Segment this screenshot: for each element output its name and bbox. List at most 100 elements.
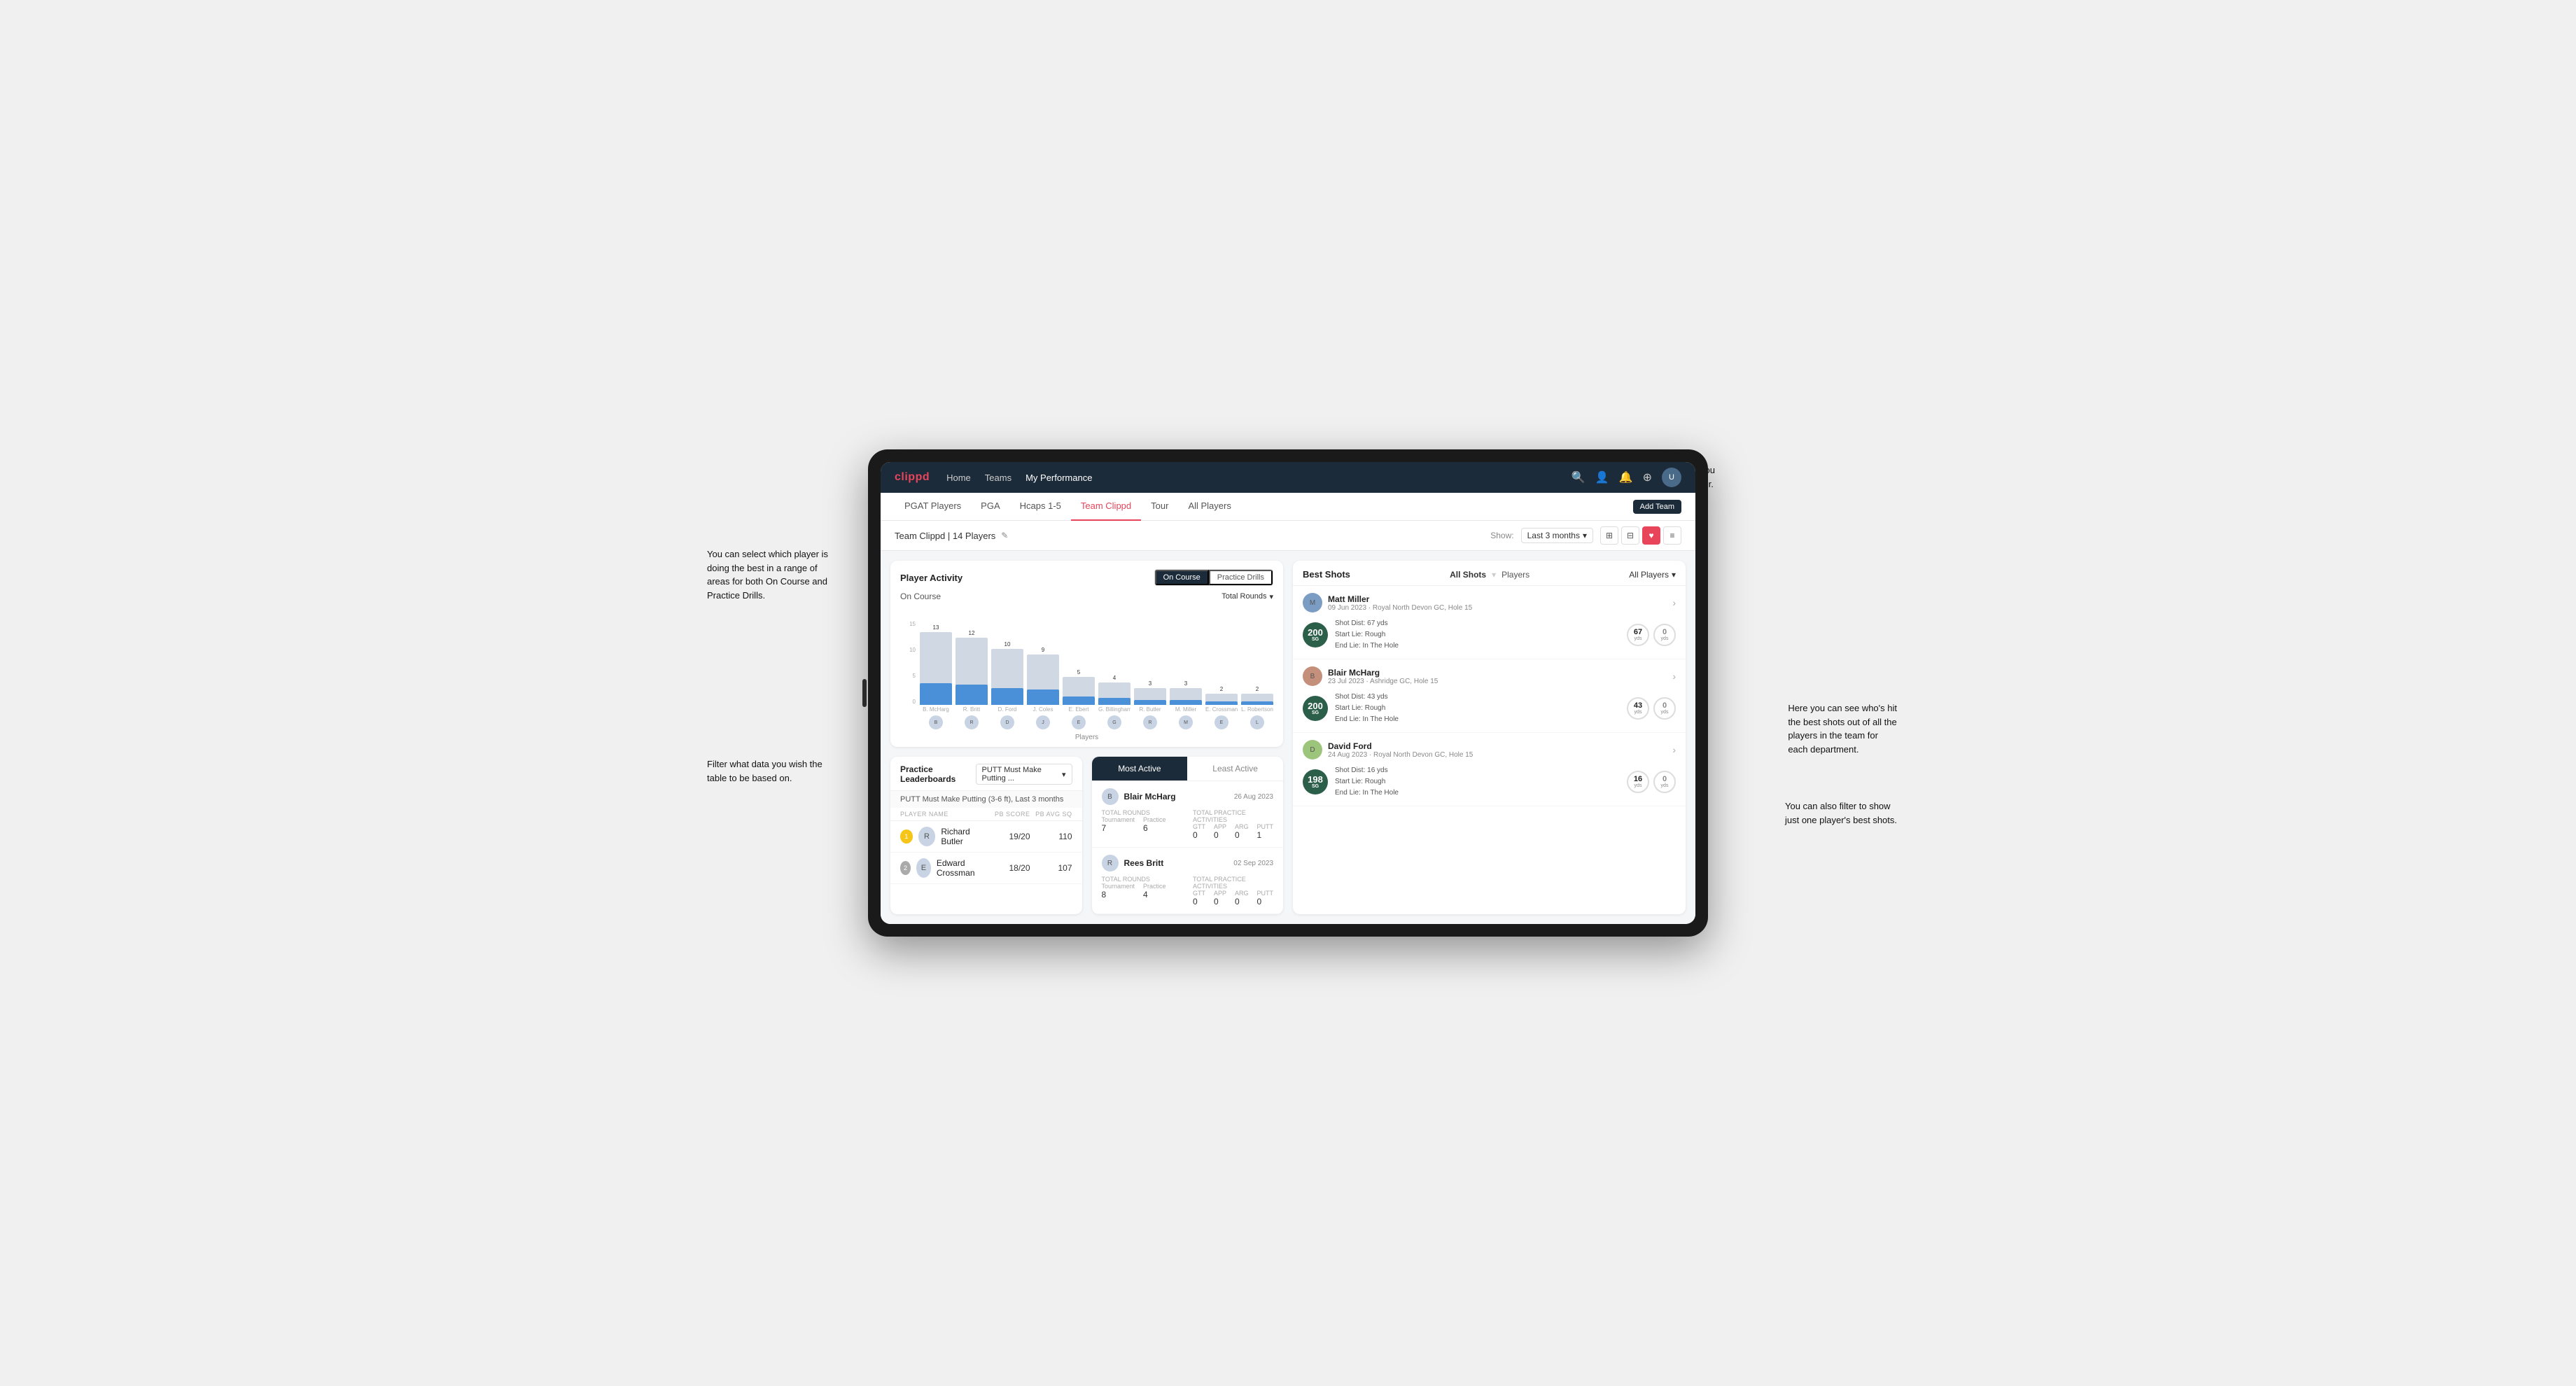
tab-pgat-players[interactable]: PGAT Players [895, 493, 971, 521]
shot-player-info-0: M Matt Miller 09 Jun 2023 · Royal North … [1303, 593, 1676, 612]
top-nav: clippd Home Teams My Performance 🔍 👤 🔔 ⊕… [881, 462, 1695, 493]
bar-9[interactable] [1241, 694, 1273, 705]
shot-player-info-1: B Blair McHarg 23 Jul 2023 · Ashridge GC… [1303, 666, 1676, 686]
bar-highlight-9 [1241, 701, 1273, 705]
annotation-right-middle: Here you can see who's hitthe best shots… [1788, 701, 1897, 756]
x-label-5: G. Billingham [1098, 706, 1130, 713]
shots-tab-players[interactable]: Players [1502, 570, 1530, 580]
search-icon[interactable]: 🔍 [1572, 470, 1586, 484]
col-pb-score: PB Score [988, 811, 1030, 818]
tab-pga[interactable]: PGA [971, 493, 1009, 521]
tab-most-active[interactable]: Most Active [1092, 757, 1188, 780]
practice-pb-score-0: 19/20 [988, 832, 1030, 841]
tab-all-players[interactable]: All Players [1178, 493, 1240, 521]
x-axis-title: Players [890, 734, 1283, 747]
avatar-circle-9: L [1250, 715, 1264, 729]
heart-view-button[interactable]: ♥ [1642, 526, 1660, 545]
activity-stats-1: Total Rounds Tournament 8 Practice 4 Tot… [1102, 876, 1274, 906]
timescale-dropdown[interactable]: Last 3 months ▾ [1521, 528, 1593, 543]
bar-1[interactable] [955, 638, 988, 705]
add-icon[interactable]: ⊕ [1643, 470, 1652, 484]
practice-player-avatar-0: R [918, 827, 936, 846]
most-active-card: Most Active Least Active B Blair McHarg … [1092, 757, 1284, 914]
x-label-2: D. Ford [991, 706, 1023, 713]
practice-dropdown[interactable]: PUTT Must Make Putting ... ▾ [976, 764, 1072, 785]
shot-row-0[interactable]: M Matt Miller 09 Jun 2023 · Royal North … [1293, 586, 1686, 659]
all-players-dropdown[interactable]: All Players ▾ [1629, 570, 1676, 580]
bar-group-4: 5 [1063, 621, 1095, 705]
add-team-button[interactable]: Add Team [1633, 500, 1681, 514]
shot-row-2[interactable]: D David Ford 24 Aug 2023 · Royal North D… [1293, 733, 1686, 806]
on-course-toggle[interactable]: On Course [1155, 570, 1209, 585]
activity-practice-0: 6 [1143, 823, 1166, 833]
tab-tour[interactable]: Tour [1141, 493, 1178, 521]
practice-player-name-1: Edward Crossman [937, 858, 988, 878]
shot-metric-1: 43 yds 0 yds [1627, 697, 1676, 720]
bell-icon[interactable]: 🔔 [1619, 470, 1633, 484]
chart-section-label: On Course [900, 592, 941, 601]
bar-3[interactable] [1027, 654, 1059, 705]
bar-group-7: 3 [1170, 621, 1202, 705]
chevron-right-icon-1: › [1672, 671, 1676, 682]
nav-logo: clippd [895, 471, 930, 484]
bar-highlight-8 [1205, 701, 1238, 705]
x-label-3: J. Coles [1027, 706, 1059, 713]
practice-rows: 1 R Richard Butler 19/20 110 2 E Edward … [890, 821, 1082, 884]
bar-highlight-2 [991, 688, 1023, 705]
chevron-right-icon-0: › [1672, 597, 1676, 608]
practice-pb-score-1: 18/20 [988, 863, 1030, 873]
activity-player-name-0: Blair McHarg [1124, 792, 1176, 802]
edit-icon[interactable]: ✎ [1001, 531, 1008, 540]
nav-item-my-performance[interactable]: My Performance [1026, 472, 1092, 483]
bar-4[interactable] [1063, 677, 1095, 705]
y-label-10: 10 [900, 647, 916, 653]
grid-view-button[interactable]: ⊞ [1600, 526, 1618, 545]
avatar[interactable]: U [1662, 468, 1681, 487]
bar-5[interactable] [1098, 682, 1130, 705]
bar-value-3: 9 [1042, 647, 1044, 653]
team-title: Team Clippd | 14 Players ✎ [895, 531, 1008, 541]
nav-item-teams[interactable]: Teams [985, 472, 1011, 483]
player-avatar-7: M [1170, 715, 1202, 729]
shots-tab-all[interactable]: All Shots [1450, 570, 1486, 580]
bar-0[interactable] [920, 632, 952, 705]
bar-8[interactable] [1205, 694, 1238, 705]
chart-filter-dropdown[interactable]: Total Rounds ▾ [1222, 592, 1273, 601]
player-avatar-2: D [991, 715, 1023, 729]
tab-hcaps[interactable]: Hcaps 1-5 [1010, 493, 1071, 521]
chevron-right-icon-2: › [1672, 744, 1676, 755]
bars-view-button[interactable]: ≡ [1663, 526, 1681, 545]
tab-team-clippd[interactable]: Team Clippd [1071, 493, 1141, 521]
show-label: Show: [1490, 531, 1513, 540]
activity-player-header-0: B Blair McHarg 26 Aug 2023 [1102, 788, 1274, 805]
player-avatar-8: E [1205, 715, 1238, 729]
avatar-circle-3: J [1036, 715, 1050, 729]
practice-drills-toggle[interactable]: Practice Drills [1209, 570, 1273, 585]
bar-highlight-1 [955, 685, 988, 705]
bar-2[interactable] [991, 649, 1023, 705]
metric-circle-2-2: 0 yds [1653, 771, 1676, 793]
tab-least-active[interactable]: Least Active [1187, 757, 1283, 780]
activity-player-row-0: B Blair McHarg 26 Aug 2023 Total Rounds … [1092, 781, 1284, 848]
x-label-7: M. Miller [1170, 706, 1202, 713]
practice-pb-avg-0: 110 [1030, 832, 1072, 841]
list-view-button[interactable]: ⊟ [1621, 526, 1639, 545]
avatar-circle-5: G [1107, 715, 1121, 729]
activity-player-header-1: R Rees Britt 02 Sep 2023 [1102, 855, 1274, 872]
practice-table-header: Player Name PB Score PB Avg SQ [890, 808, 1082, 821]
nav-item-home[interactable]: Home [946, 472, 971, 483]
bar-group-1: 12 [955, 621, 988, 705]
avatar-circle-1: R [965, 715, 979, 729]
chart-subheader: On Course Total Rounds ▾ [890, 592, 1283, 607]
bar-6[interactable] [1134, 688, 1166, 705]
bar-7[interactable] [1170, 688, 1202, 705]
shot-row-1[interactable]: B Blair McHarg 23 Jul 2023 · Ashridge GC… [1293, 659, 1686, 733]
sub-nav: PGAT Players PGA Hcaps 1-5 Team Clippd T… [881, 493, 1695, 521]
metric-circle-2-0: 0 yds [1653, 624, 1676, 646]
shot-details-0: 200 SG Shot Dist: 67 yds Start Lie: Roug… [1303, 618, 1676, 652]
shot-rows: M Matt Miller 09 Jun 2023 · Royal North … [1293, 586, 1686, 806]
shot-player-avatar-1: B [1303, 666, 1322, 686]
player-avatar-5: G [1098, 715, 1130, 729]
avatar-circle-7: M [1179, 715, 1193, 729]
person-icon[interactable]: 👤 [1595, 470, 1609, 484]
